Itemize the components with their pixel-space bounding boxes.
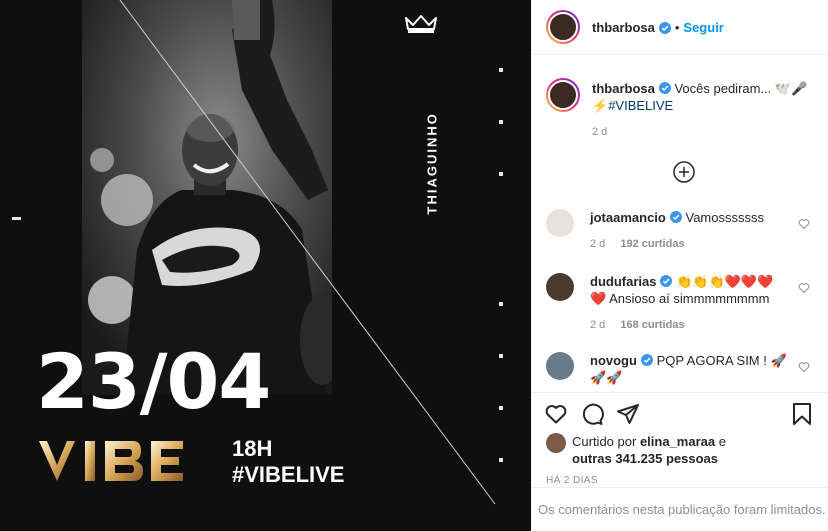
author-username[interactable]: thbarbosa — [592, 20, 655, 35]
comments-list[interactable]: thbarbosa Vocês pediram... 🕊️🎤 ⚡#VIBELIV… — [532, 56, 828, 392]
comment-like-heart-icon[interactable] — [798, 360, 810, 378]
liker-avatar[interactable] — [546, 433, 566, 453]
decoration-dot — [499, 120, 503, 124]
comment-like-heart-icon[interactable] — [798, 281, 810, 299]
decoration-dot — [499, 406, 503, 410]
caption-emoji: ⚡ — [592, 98, 609, 113]
follow-button[interactable]: Seguir — [683, 20, 723, 35]
comment-text: 👏👏👏❤️❤️❤️ — [676, 274, 774, 289]
caption-time[interactable]: 2 d — [592, 126, 807, 138]
liked-by: Curtido por elina_maraa e outras 341.235… — [532, 429, 828, 467]
commenter-avatar[interactable] — [546, 352, 574, 380]
decoration-dash — [12, 217, 21, 220]
comment-likes[interactable]: 192 curtidas — [620, 238, 684, 250]
author-avatar-ring[interactable] — [546, 10, 580, 44]
plus-circle-icon — [673, 161, 695, 183]
action-bar — [532, 393, 828, 429]
separator: • — [674, 19, 680, 35]
decoration-dot — [499, 458, 503, 462]
event-date: 23/04 — [36, 337, 271, 426]
decoration-dot — [499, 354, 503, 358]
verified-icon — [640, 353, 653, 366]
load-more-comments-button[interactable] — [672, 160, 696, 189]
decoration-dot — [499, 172, 503, 176]
caption-text: Vocês pediram... 🕊️🎤 — [674, 81, 808, 96]
commenter-username[interactable]: jotaamancio — [590, 210, 666, 225]
commenter-username[interactable]: dudufarias — [590, 274, 656, 289]
likes-count[interactable]: outras 341.235 pessoas — [572, 451, 718, 466]
author-avatar[interactable] — [548, 12, 578, 42]
liked-by-joiner: e — [718, 434, 726, 449]
share-send-icon[interactable] — [616, 402, 640, 426]
caption-username[interactable]: thbarbosa — [592, 81, 655, 96]
comment-item: jotaamancio Vamosssssss 2 d 192 curtidas — [532, 209, 828, 253]
comment-text: PQP AGORA SIM ! 🚀 — [656, 353, 787, 368]
commenter-avatar[interactable] — [546, 273, 574, 301]
comment-item: dudufarias 👏👏👏❤️❤️❤️ ❤️ Ansioso aí simmm… — [532, 273, 828, 334]
artist-name: THIAGUINHO — [424, 112, 440, 215]
verified-icon — [658, 81, 671, 94]
crown-icon — [404, 14, 438, 39]
vibe-logo — [35, 437, 187, 490]
caption: thbarbosa Vocês pediram... 🕊️🎤 ⚡#VIBELIV… — [532, 56, 828, 138]
comment-item: novogu PQP AGORA SIM ! 🚀 🚀🚀 — [532, 352, 828, 386]
caption-hashtag[interactable]: #VIBELIVE — [608, 98, 673, 113]
comment-time[interactable]: 2 d — [590, 319, 605, 331]
liker-username[interactable]: elina_maraa — [640, 434, 715, 449]
event-hashtag: #VIBELIVE — [232, 462, 345, 487]
post-image[interactable]: THIAGUINHO 23/04 18H #VIBELIVE — [0, 0, 531, 531]
like-heart-icon[interactable] — [544, 402, 568, 426]
event-time: 18H — [232, 436, 273, 461]
comment-likes[interactable]: 168 curtidas — [620, 319, 684, 331]
liked-by-prefix: Curtido por — [572, 434, 637, 449]
caption-avatar[interactable] — [548, 80, 578, 110]
verified-icon — [669, 210, 682, 223]
bookmark-icon[interactable] — [790, 402, 814, 426]
comment-text-line2: 🚀🚀 — [590, 370, 623, 385]
comment-time[interactable]: 2 d — [590, 238, 605, 250]
comment-text: Vamosssssss — [685, 210, 764, 225]
comment-bubble-icon[interactable] — [580, 402, 604, 426]
comment-text-line2: ❤️ Ansioso aí simmmmmmmm — [590, 291, 770, 306]
post-header: thbarbosa • Seguir — [532, 0, 828, 55]
commenter-avatar[interactable] — [546, 209, 574, 237]
caption-avatar-ring[interactable] — [546, 78, 580, 112]
post-age[interactable]: HÁ 2 DIAS — [532, 467, 828, 486]
decoration-dot — [499, 68, 503, 72]
comment-like-heart-icon[interactable] — [798, 217, 810, 235]
verified-icon — [658, 21, 671, 34]
comments-limited-notice: Os comentários nesta publicação foram li… — [532, 487, 828, 531]
commenter-username[interactable]: novogu — [590, 353, 637, 368]
post-actions: Curtido por elina_maraa e outras 341.235… — [532, 392, 828, 486]
post-sidebar: thbarbosa • Seguir thbarbosa Vocês pedir… — [531, 0, 828, 531]
verified-icon — [660, 274, 673, 287]
decoration-dot — [499, 302, 503, 306]
